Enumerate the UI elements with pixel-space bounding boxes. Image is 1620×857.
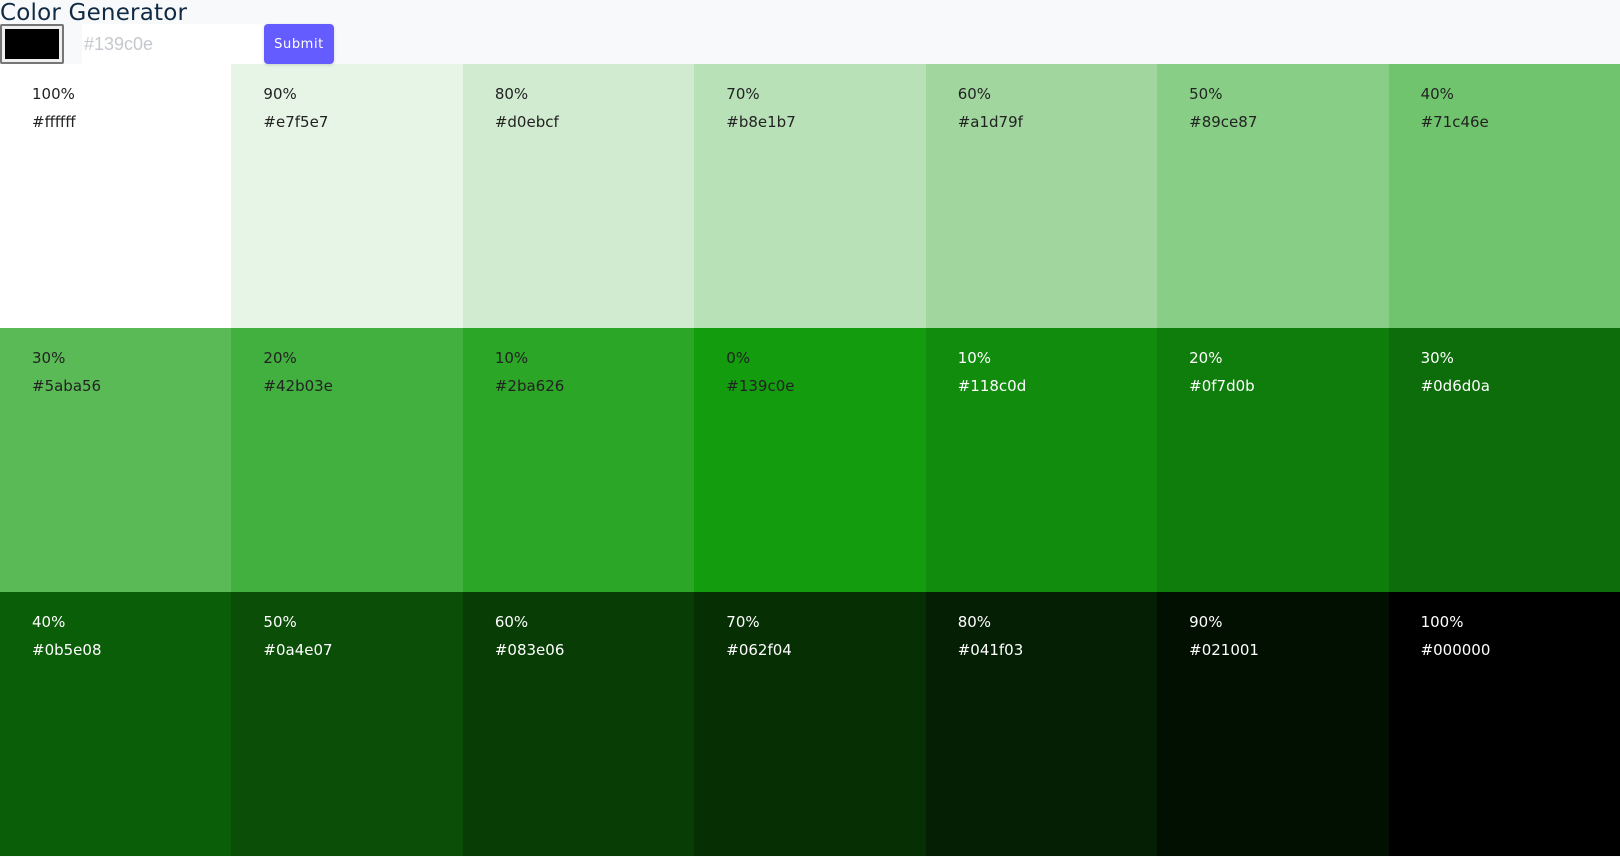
color-tile[interactable]: 80% #041f03 <box>925 592 1158 856</box>
color-tile[interactable]: 100% #ffffff <box>0 64 232 328</box>
tile-hex: #062f04 <box>726 641 792 659</box>
color-picker[interactable] <box>0 24 64 64</box>
tile-percent: 70% <box>726 613 760 631</box>
color-tile[interactable]: 60% #083e06 <box>462 592 695 856</box>
color-picker-swatch <box>5 29 59 59</box>
color-tile[interactable]: 0% #139c0e <box>694 328 926 592</box>
color-grid: 100% #ffffff 90% #e7f5e7 80% #d0ebcf 70% #b8… <box>0 64 1620 856</box>
tile-percent: 100% <box>1420 613 1464 631</box>
tile-percent: 50% <box>263 613 297 631</box>
color-tile[interactable]: 20% #0f7d0b <box>1157 328 1389 592</box>
tile-hex: #0f7d0b <box>1189 377 1255 395</box>
color-tile[interactable]: 10% #2ba626 <box>462 328 695 592</box>
tile-percent: 80% <box>494 85 529 103</box>
color-tile[interactable]: 70% #b8e1b7 <box>694 64 926 328</box>
tile-hex: #0d6d0a <box>1420 377 1490 395</box>
tile-hex: #ffffff <box>32 113 76 131</box>
tile-hex: #0a4e07 <box>263 641 333 659</box>
tile-percent: 10% <box>494 349 529 367</box>
color-tile[interactable]: 90% #021001 <box>1157 592 1389 856</box>
tile-percent: 60% <box>957 85 992 103</box>
tile-percent: 80% <box>957 613 992 631</box>
tile-hex: #a1d79f <box>957 113 1023 131</box>
tile-hex: #2ba626 <box>494 377 565 395</box>
page-title: Color Generator <box>0 0 188 26</box>
color-tile[interactable]: 40% #71c46e <box>1388 64 1620 328</box>
tile-percent: 70% <box>726 85 760 103</box>
color-tile[interactable]: 30% #0d6d0a <box>1388 328 1620 592</box>
tile-hex: #89ce87 <box>1189 113 1258 131</box>
tile-percent: 50% <box>1189 85 1223 103</box>
tile-percent: 40% <box>1420 85 1454 103</box>
tile-percent: 20% <box>1189 349 1223 367</box>
color-tile[interactable]: 40% #0b5e08 <box>0 592 232 856</box>
tile-hex: #71c46e <box>1420 113 1489 131</box>
tile-percent: 10% <box>957 349 992 367</box>
color-tile[interactable]: 100% #000000 <box>1388 592 1620 856</box>
tile-hex: #041f03 <box>957 641 1024 659</box>
color-tile[interactable]: 80% #d0ebcf <box>462 64 695 328</box>
submit-button[interactable]: Submit <box>264 24 334 64</box>
tile-percent: 90% <box>1189 613 1223 631</box>
tile-percent: 100% <box>32 85 75 103</box>
tile-hex: #021001 <box>1189 641 1259 659</box>
tile-hex: #083e06 <box>494 641 565 659</box>
tile-percent: 0% <box>726 349 751 367</box>
color-tile[interactable]: 90% #e7f5e7 <box>231 64 463 328</box>
tile-hex: #d0ebcf <box>494 113 559 131</box>
tile-hex: #b8e1b7 <box>726 113 796 131</box>
hex-input[interactable] <box>82 24 264 64</box>
color-tile[interactable]: 10% #118c0d <box>925 328 1158 592</box>
color-form: Submit <box>0 24 334 64</box>
tile-hex: #0b5e08 <box>32 641 102 659</box>
color-tile[interactable]: 50% #89ce87 <box>1157 64 1389 328</box>
tile-percent: 30% <box>32 349 66 367</box>
color-tile[interactable]: 20% #42b03e <box>231 328 463 592</box>
header: Color Generator Submit <box>0 0 1620 64</box>
tile-percent: 20% <box>263 349 297 367</box>
color-tile[interactable]: 50% #0a4e07 <box>231 592 463 856</box>
color-tile[interactable]: 30% #5aba56 <box>0 328 232 592</box>
tile-percent: 60% <box>494 613 529 631</box>
tile-hex: #000000 <box>1420 641 1491 659</box>
tile-hex: #118c0d <box>957 377 1027 395</box>
tile-hex: #e7f5e7 <box>263 113 329 131</box>
tile-percent: 40% <box>32 613 66 631</box>
tile-hex: #42b03e <box>263 377 333 395</box>
tile-percent: 30% <box>1420 349 1454 367</box>
color-tile[interactable]: 60% #a1d79f <box>925 64 1158 328</box>
tile-percent: 90% <box>263 85 297 103</box>
tile-hex: #139c0e <box>726 377 795 395</box>
color-tile[interactable]: 70% #062f04 <box>694 592 926 856</box>
tile-hex: #5aba56 <box>32 377 102 395</box>
